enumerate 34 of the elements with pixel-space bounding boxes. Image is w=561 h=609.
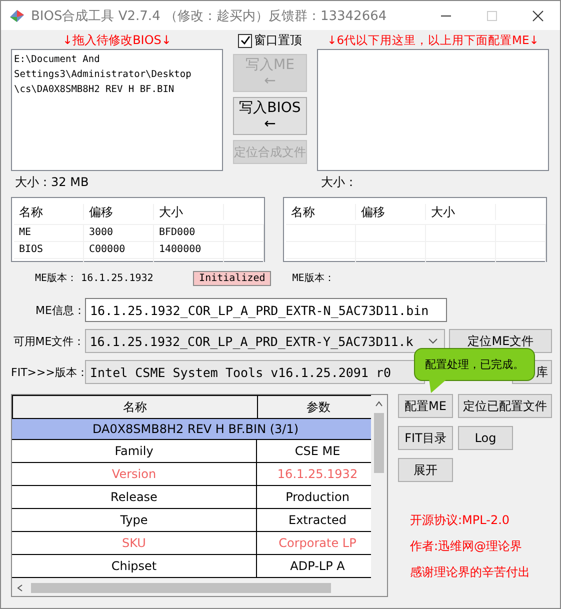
column-header: 偏移 — [84, 204, 154, 220]
status-badge: Initialized — [193, 270, 272, 286]
column-header: 名称 — [13, 396, 258, 418]
size-label: 大小：32 MB — [14, 174, 90, 191]
table-cell: C00000 — [84, 242, 154, 258]
column-header: 偏移 — [356, 204, 426, 220]
table-cell: Version — [12, 463, 257, 485]
table-cell: 3000 — [84, 225, 154, 241]
column-header: 名称 — [14, 204, 84, 220]
column-header: 名称 — [286, 204, 356, 220]
fit-version-label: FIT>>>版本： — [11, 364, 85, 380]
table-cell: Family — [12, 440, 257, 462]
credit-text: 感谢理论界的辛苦付出 — [410, 564, 531, 581]
size-label: 大小： — [320, 174, 358, 191]
table-cell: Chipset — [12, 555, 257, 577]
table-cell: 1400000 — [154, 242, 224, 258]
window-title: BIOS合成工具 V2.7.4 （修改：趁买内）反馈群：13342664 — [31, 8, 387, 24]
table-cell: Type — [12, 509, 257, 531]
me-version-label: ME版本： — [292, 272, 334, 285]
me-file-label: 可用ME文件： — [12, 334, 85, 348]
table-cell: Release — [12, 486, 257, 508]
drop-hint: ↓拖入待修改BIOS↓ — [62, 32, 172, 49]
credit-text: 作者:迅维网@理论界 — [410, 538, 524, 555]
credit-text: 开源协议:MPL-2.0 — [410, 512, 511, 529]
table-cell: ME — [14, 225, 84, 241]
me-version-value: 16.1.25.1932 — [81, 272, 154, 284]
table-cell: BIOS — [14, 242, 84, 258]
table-cell: SKU — [12, 532, 257, 554]
table-cell: BFD000 — [154, 225, 224, 241]
me-hint: ↓6代以下用这里，以上用下面配置ME↓ — [326, 32, 540, 49]
me-info-label: ME信息： — [34, 302, 85, 318]
column-header: 大小 — [154, 204, 224, 220]
me-version-label: ME版本： — [35, 272, 78, 285]
column-header: 大小 — [426, 204, 496, 220]
